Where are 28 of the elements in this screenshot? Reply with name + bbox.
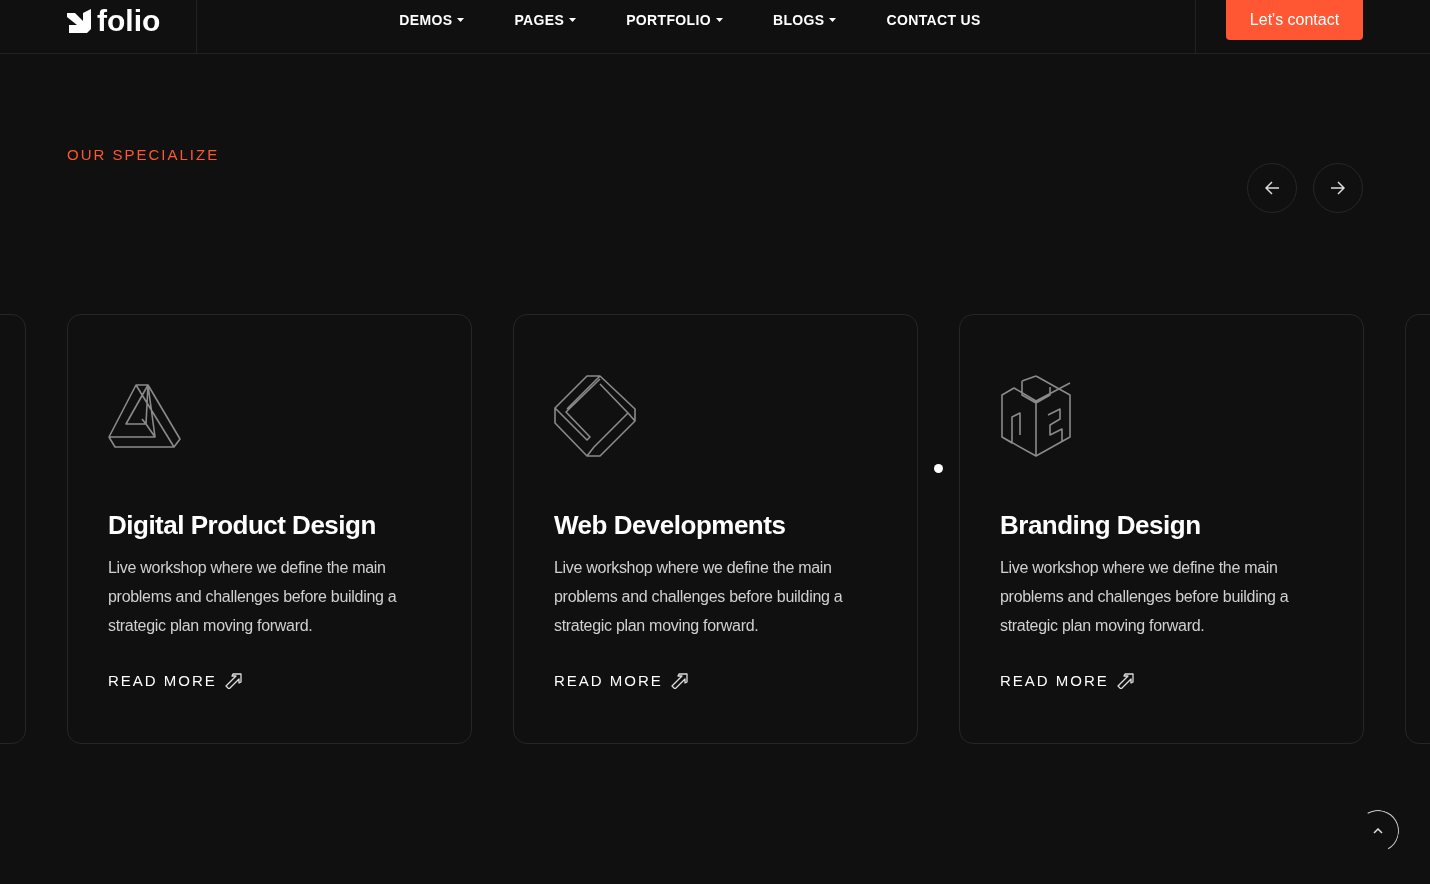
next-button[interactable] (1313, 163, 1363, 213)
arrow-icon (224, 673, 243, 690)
chevron-up-icon (1373, 828, 1383, 834)
nav-link[interactable]: PORTFOLIO (626, 11, 723, 29)
logo-text: folio (97, 5, 161, 36)
read-more-link[interactable]: READ MORE (554, 670, 689, 693)
arrow-right-icon (1331, 181, 1345, 195)
diamond-icon (554, 375, 636, 457)
section-eyebrow: OUR SPECIALIZE (67, 145, 220, 165)
nav-link[interactable]: PAGES (514, 11, 577, 29)
triangle-icon (108, 383, 182, 449)
card-title: Web Developments (554, 509, 787, 541)
previous-button[interactable] (1247, 163, 1297, 213)
arrow-left-icon (1265, 181, 1279, 195)
read-more-link[interactable]: READ MORE (108, 670, 243, 693)
card-title: Branding Design (1000, 509, 1202, 541)
nav-link[interactable]: DEMOS (399, 11, 465, 29)
card-title: Digital Product Design (108, 509, 377, 541)
logo-icon (67, 8, 93, 33)
nav-link[interactable]: BLOGS (772, 11, 837, 29)
read-more-link[interactable]: READ MORE (1000, 670, 1135, 693)
card-description: Live workshop where we define the main problems and challenges before building a strategic plan moving forward. (108, 558, 398, 636)
arrow-icon (1116, 673, 1135, 690)
cube-icon (1000, 375, 1072, 457)
nav-link[interactable]: CONTACT US (886, 11, 981, 29)
arrow-icon (670, 673, 689, 690)
card-description: Live workshop where we define the main problems and challenges before building a strategic plan moving forward. (1000, 558, 1290, 636)
card-description: Live workshop where we define the main problems and challenges before building a strategic plan moving forward. (554, 558, 844, 636)
